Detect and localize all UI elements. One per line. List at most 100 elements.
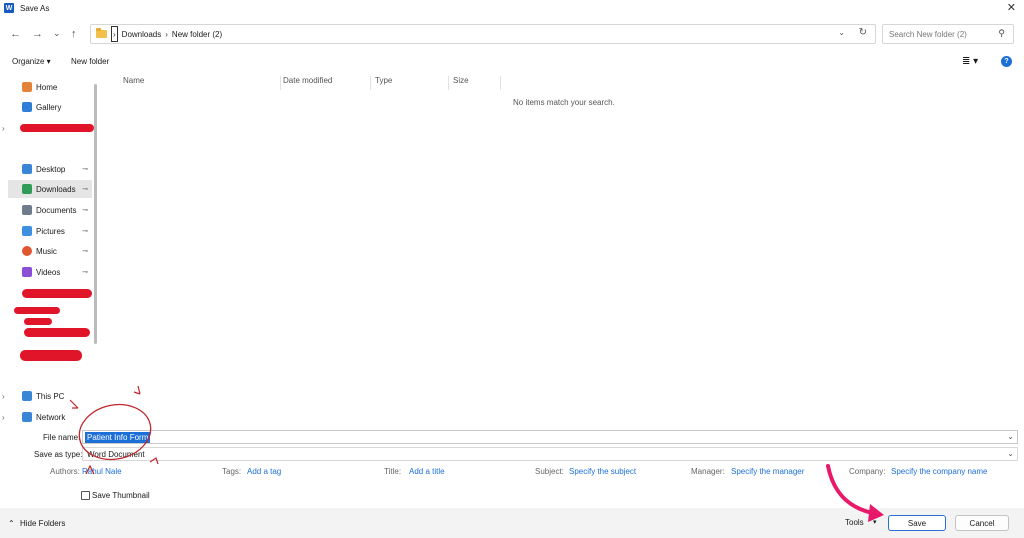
- breadcrumb-new-folder[interactable]: New folder (2): [172, 30, 222, 39]
- address-bar[interactable]: › Downloads › New folder (2) ⌄ ↻: [90, 24, 876, 44]
- subject-label: Subject:: [535, 467, 564, 476]
- close-icon[interactable]: ✕: [1007, 1, 1016, 14]
- sidebar-item-label: Desktop: [36, 164, 66, 174]
- recent-locations-icon[interactable]: ⌄: [53, 28, 61, 39]
- chevron-right-icon[interactable]: ›: [2, 392, 5, 401]
- word-icon: W: [4, 3, 14, 13]
- forward-icon[interactable]: →: [32, 28, 43, 40]
- videos-icon: [22, 267, 32, 277]
- sidebar-item-label: Music: [36, 246, 57, 256]
- view-options-icon[interactable]: ≣ ▾: [962, 56, 978, 67]
- music-icon: [22, 246, 32, 256]
- file-name-label: File name:: [43, 433, 81, 442]
- sidebar-item-label: Network: [36, 412, 66, 422]
- chevron-right-icon[interactable]: ›: [2, 124, 5, 133]
- title-label: Title:: [384, 467, 402, 476]
- redaction-mark: [20, 350, 82, 361]
- file-name-input[interactable]: Patient Info Form ⌄: [82, 430, 1018, 444]
- manager-value[interactable]: Specify the manager: [731, 467, 804, 476]
- file-list[interactable]: Name Date modified Type Size No items ma…: [103, 74, 1024, 428]
- file-name-value: Patient Info Form: [85, 431, 151, 443]
- breadcrumb-separator: ›: [165, 29, 168, 39]
- desktop-icon: [22, 164, 32, 174]
- sidebar-item-network[interactable]: Network: [8, 408, 92, 426]
- cancel-button[interactable]: Cancel: [955, 515, 1009, 531]
- breadcrumb-downloads[interactable]: Downloads: [122, 30, 162, 39]
- search-icon: ⚲: [998, 28, 1005, 38]
- search-input[interactable]: Search New folder (2) ⚲: [882, 24, 1014, 44]
- manager-label: Manager:: [691, 467, 725, 476]
- pin-icon: ⊸: [82, 248, 88, 255]
- save-type-select[interactable]: Word Document ⌄: [82, 447, 1018, 461]
- pin-icon: ⊸: [82, 228, 88, 235]
- pin-icon: ⊸: [82, 269, 88, 276]
- sidebar-item-label: This PC: [36, 391, 65, 401]
- sidebar-item-label: Videos: [36, 267, 61, 277]
- chevron-down-icon[interactable]: ⌄: [838, 28, 845, 37]
- authors-label: Authors:: [50, 467, 80, 476]
- sidebar-item-gallery[interactable]: Gallery: [8, 98, 92, 116]
- sidebar-item-downloads[interactable]: Downloads ⊸: [8, 180, 92, 198]
- up-icon[interactable]: ↑: [71, 28, 77, 40]
- column-header-name[interactable]: Name: [119, 76, 281, 90]
- sidebar-item-label: Downloads: [36, 184, 76, 194]
- redaction-mark: [14, 307, 60, 314]
- pin-icon: ⊸: [82, 186, 88, 193]
- chevron-down-icon[interactable]: ⌄: [1007, 449, 1014, 458]
- refresh-icon[interactable]: ↻: [859, 27, 867, 38]
- chevron-down-icon[interactable]: ⌄: [1007, 432, 1014, 441]
- download-icon: [22, 184, 32, 194]
- tags-label: Tags:: [222, 467, 242, 476]
- sidebar-item-documents[interactable]: Documents ⊸: [8, 201, 92, 219]
- title-bar: W Save As ✕: [0, 0, 1024, 16]
- new-folder-button[interactable]: New folder: [71, 57, 109, 66]
- navigation-bar: ← → ⌄ ↑ › Downloads › New folder (2) ⌄ ↻…: [0, 22, 1024, 48]
- company-value[interactable]: Specify the company name: [891, 467, 988, 476]
- save-thumbnail-checkbox[interactable]: [81, 491, 90, 500]
- navigation-pane: Home Gallery › Desktop ⊸ Downloads ⊸ Doc…: [0, 74, 100, 428]
- window-title: Save As: [20, 3, 50, 13]
- authors-value[interactable]: Rahul Nale: [82, 467, 122, 476]
- sidebar-item-pictures[interactable]: Pictures ⊸: [8, 222, 92, 240]
- redaction-mark: [20, 124, 94, 132]
- save-type-label: Save as type:: [34, 450, 83, 459]
- chevron-up-icon[interactable]: ⌃: [8, 519, 15, 528]
- column-header-size[interactable]: Size: [449, 76, 501, 90]
- sidebar-item-this-pc[interactable]: This PC: [8, 387, 92, 405]
- sidebar-item-label: Gallery: [36, 102, 62, 112]
- hide-folders-button[interactable]: Hide Folders: [20, 519, 65, 528]
- tags-value[interactable]: Add a tag: [247, 467, 281, 476]
- sidebar-item-music[interactable]: Music ⊸: [8, 242, 92, 260]
- redaction-mark: [24, 328, 90, 337]
- pin-icon: ⊸: [82, 207, 88, 214]
- home-icon: [22, 82, 32, 92]
- column-header-type[interactable]: Type: [371, 76, 449, 90]
- folder-icon: [96, 28, 107, 38]
- chevron-right-icon[interactable]: ›: [2, 413, 5, 422]
- tools-button[interactable]: Tools: [845, 518, 864, 527]
- chevron-down-icon[interactable]: ▾: [873, 518, 877, 526]
- breadcrumb-expand[interactable]: ›: [111, 26, 118, 42]
- sidebar-item-desktop[interactable]: Desktop ⊸: [8, 160, 92, 178]
- save-thumbnail-label: Save Thumbnail: [92, 491, 150, 500]
- redaction-mark: [22, 289, 92, 298]
- back-icon[interactable]: ←: [10, 28, 21, 40]
- gallery-icon: [22, 102, 32, 112]
- sidebar-item-home[interactable]: Home: [8, 78, 92, 96]
- sidebar-item-label: Home: [36, 82, 58, 92]
- sidebar-item-videos[interactable]: Videos ⊸: [8, 263, 92, 281]
- save-button[interactable]: Save: [888, 515, 946, 531]
- title-value[interactable]: Add a title: [409, 467, 445, 476]
- documents-icon: [22, 205, 32, 215]
- column-header-date-modified[interactable]: Date modified: [279, 76, 371, 90]
- pin-icon: ⊸: [82, 166, 88, 173]
- help-icon[interactable]: ?: [1001, 56, 1012, 67]
- subject-value[interactable]: Specify the subject: [569, 467, 636, 476]
- organize-button[interactable]: Organize ▾: [12, 57, 51, 66]
- pictures-icon: [22, 226, 32, 236]
- company-label: Company:: [849, 467, 886, 476]
- sidebar-scrollbar[interactable]: [94, 84, 97, 344]
- dialog-footer: ⌃ Hide Folders Tools ▾ Save Cancel: [0, 508, 1024, 538]
- sidebar-item-label: Pictures: [36, 226, 65, 236]
- redaction-mark: [24, 318, 52, 325]
